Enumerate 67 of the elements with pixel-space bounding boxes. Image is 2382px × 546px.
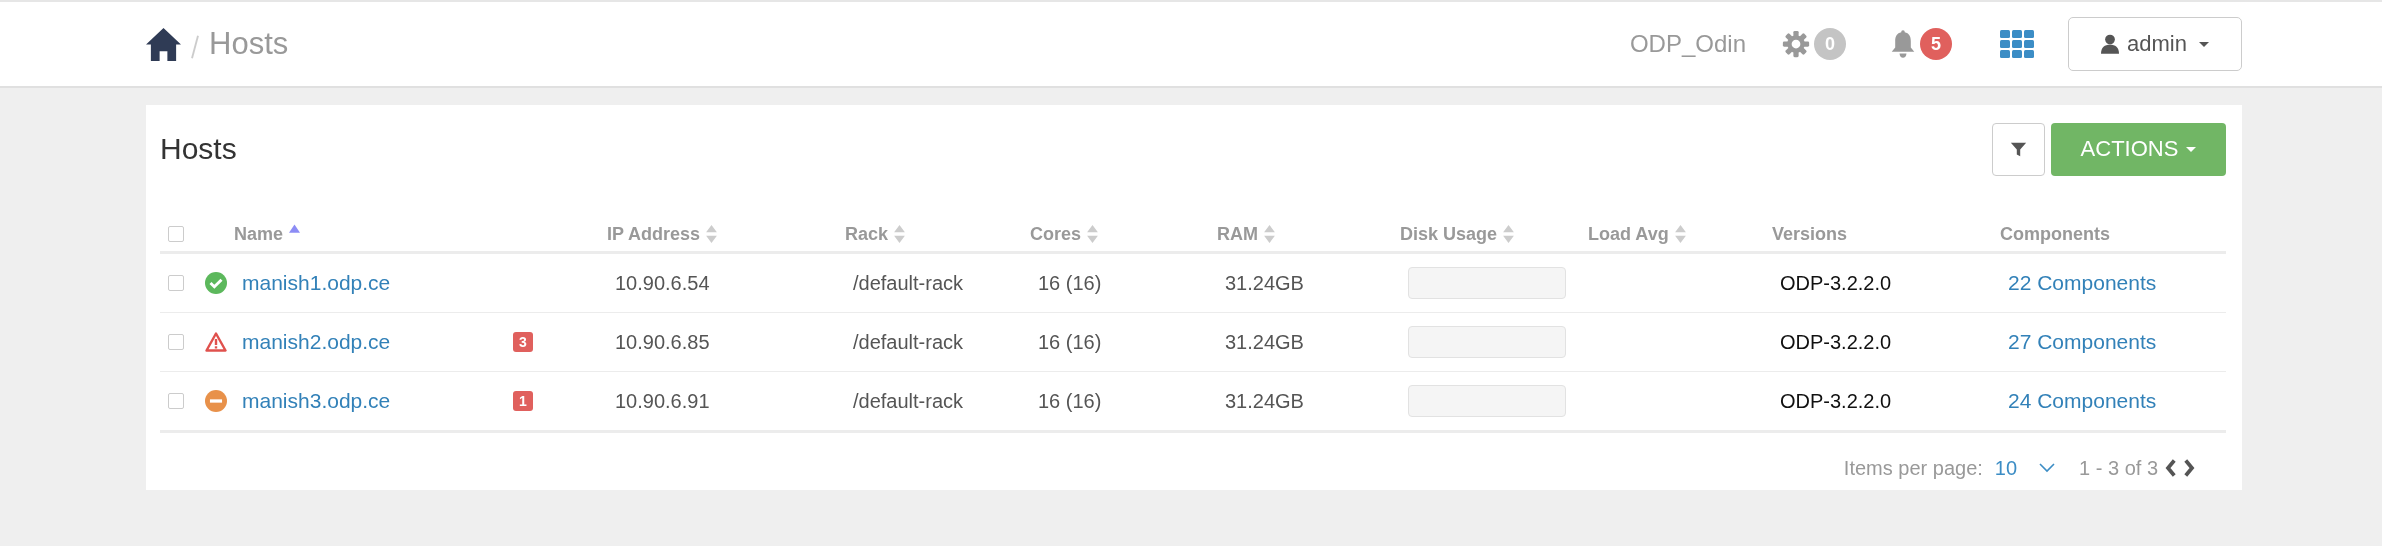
components-link[interactable]: 27 Components	[2008, 330, 2157, 354]
ip-address: 10.90.6.54	[615, 271, 710, 295]
sort-icon[interactable]	[1087, 225, 1099, 243]
rack: /default-rack	[853, 271, 964, 295]
minus-circle-icon	[205, 390, 227, 412]
sort-icon[interactable]	[1264, 225, 1275, 243]
caret-icon	[2198, 41, 2209, 47]
ip-address: 10.90.6.85	[615, 330, 710, 354]
row-checkbox[interactable]	[168, 334, 184, 350]
page-range: 1 - 3 of 3	[2079, 456, 2158, 480]
user-icon	[2101, 34, 2120, 54]
components-link[interactable]: 24 Components	[2008, 389, 2157, 413]
components-link[interactable]: 22 Components	[2008, 271, 2157, 295]
column-header[interactable]: Name	[234, 223, 284, 245]
host-name-link[interactable]: manish1.odp.ce	[242, 271, 391, 295]
column-header[interactable]: Versions	[1772, 223, 1848, 245]
sort-icon[interactable]	[894, 225, 906, 243]
page-size-select[interactable]: 10	[1994, 456, 2018, 480]
column-header[interactable]: Components	[2000, 223, 2110, 245]
actions-button[interactable]: ACTIONS	[2051, 122, 2226, 176]
sort-icon[interactable]	[706, 225, 718, 243]
select-all-checkbox[interactable]	[168, 226, 184, 242]
items-per-page-label: Items per page:	[1843, 456, 1983, 480]
filter-icon	[2010, 140, 2027, 158]
host-name-link[interactable]: manish3.odp.ce	[242, 389, 391, 413]
ram: 31.24GB	[1225, 389, 1304, 413]
bell-icon[interactable]	[1890, 29, 1916, 59]
cores: 16 (16)	[1038, 271, 1102, 295]
version: ODP-3.2.2.0	[1780, 389, 1892, 413]
rack: /default-rack	[853, 389, 964, 413]
alerts-count-badge[interactable]: 5	[1920, 28, 1952, 60]
check-circle-icon	[205, 272, 227, 294]
next-page-icon[interactable]	[2183, 458, 2196, 478]
chevron-down-icon[interactable]	[2039, 463, 2056, 473]
column-header[interactable]: Load Avg	[1588, 223, 1669, 245]
panel-title: Hosts	[160, 132, 237, 166]
user-menu-button[interactable]: admin	[2068, 17, 2242, 71]
filter-button[interactable]	[1992, 122, 2045, 176]
ram: 31.24GB	[1225, 271, 1304, 295]
rack: /default-rack	[853, 330, 964, 354]
previous-page-icon[interactable]	[2164, 458, 2177, 478]
cores: 16 (16)	[1038, 330, 1102, 354]
home-icon[interactable]	[146, 27, 181, 61]
caret-icon	[2186, 146, 2197, 152]
column-header[interactable]: Rack	[845, 223, 889, 245]
cluster-name: ODP_Odin	[1629, 30, 1746, 58]
column-header[interactable]: RAM	[1217, 223, 1258, 245]
app-grid-icon[interactable]	[2000, 30, 2034, 58]
row-checkbox[interactable]	[168, 393, 184, 409]
version: ODP-3.2.2.0	[1780, 271, 1892, 295]
column-header[interactable]: Disk Usage	[1400, 223, 1498, 245]
alert-count-badge[interactable]: 3	[513, 332, 533, 352]
host-name-link[interactable]: manish2.odp.ce	[242, 330, 391, 354]
row-checkbox[interactable]	[168, 275, 184, 291]
ram: 31.24GB	[1225, 330, 1304, 354]
breadcrumb-separator	[190, 34, 200, 60]
breadcrumb-current: Hosts	[209, 26, 289, 62]
alert-count-badge[interactable]: 1	[513, 391, 533, 411]
sort-icon[interactable]	[1674, 225, 1686, 243]
sort-ascending-icon[interactable]	[289, 223, 301, 233]
column-header[interactable]: IP Address	[607, 223, 701, 245]
sort-icon[interactable]	[1503, 225, 1515, 243]
version: ODP-3.2.2.0	[1780, 330, 1892, 354]
warning-triangle-icon	[205, 331, 227, 353]
cores: 16 (16)	[1038, 389, 1102, 413]
column-header[interactable]: Cores	[1030, 223, 1082, 245]
ip-address: 10.90.6.91	[615, 389, 710, 413]
